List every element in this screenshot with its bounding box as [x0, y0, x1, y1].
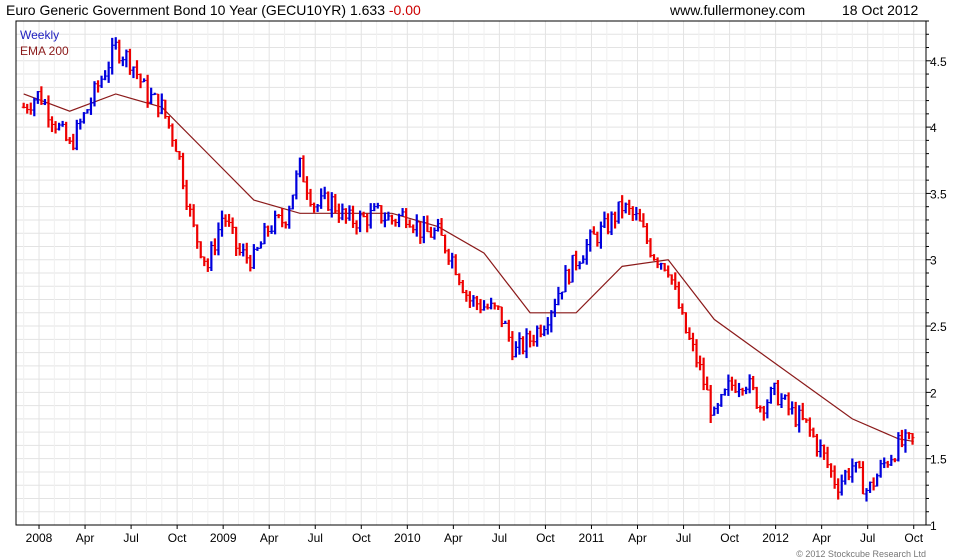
x-tick-label: Jul: [860, 531, 875, 545]
x-tick-label: Oct: [536, 531, 555, 545]
y-tick-label: 4: [930, 121, 937, 135]
x-tick-label: Oct: [352, 531, 371, 545]
x-tick-label: 2012: [762, 531, 789, 545]
price-chart: 4.5 4 3.5 3 2.5 2 1.5 1 2008 Apr Jul Oct 2009 Apr Jul…: [15, 20, 947, 545]
x-tick-label: Apr: [812, 531, 831, 545]
y-tick-label: 2: [930, 386, 937, 400]
y-tick-label: 4.5: [930, 55, 947, 69]
y-tick-label: 1.5: [930, 453, 947, 467]
copyright: © 2012 Stockcube Research Ltd: [796, 549, 926, 559]
x-tick-label: Jul: [676, 531, 691, 545]
chart-grid: [16, 20, 926, 526]
x-tick-label: Jul: [123, 531, 138, 545]
y-tick-label: 3.5: [930, 187, 947, 201]
y-axis: 4.5 4 3.5 3 2.5 2 1.5 1: [926, 20, 947, 533]
y-tick-label: 3: [930, 254, 937, 268]
x-tick-label: Jul: [492, 531, 507, 545]
x-tick-label: Apr: [260, 531, 279, 545]
x-tick-label: Oct: [904, 531, 923, 545]
x-tick-label: Oct: [168, 531, 187, 545]
x-tick-label: 2009: [210, 531, 237, 545]
x-tick-label: Apr: [444, 531, 463, 545]
y-tick-label: 2.5: [930, 320, 947, 334]
x-axis: 2008 Apr Jul Oct 2009 Apr Jul Oct 2010 Apr Jul Oct 2…: [26, 525, 924, 545]
x-tick-label: Apr: [628, 531, 647, 545]
x-tick-label: Jul: [308, 531, 323, 545]
y-tick-label: 1: [930, 519, 937, 533]
x-tick-label: 2008: [26, 531, 53, 545]
x-tick-label: Apr: [76, 531, 95, 545]
legend-weekly: Weekly: [20, 28, 59, 42]
x-tick-label: Oct: [720, 531, 739, 545]
legend-ema: EMA 200: [20, 44, 69, 58]
x-tick-label: 2011: [579, 531, 605, 545]
x-tick-label: 2010: [394, 531, 421, 545]
